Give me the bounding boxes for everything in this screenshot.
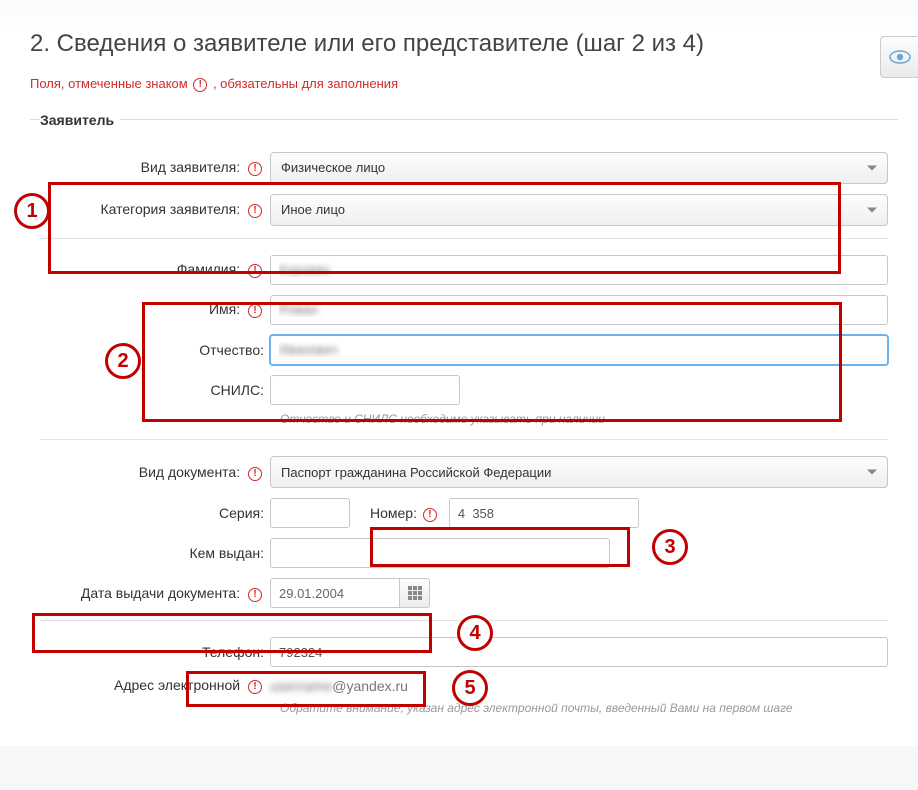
label-applicant-type: Вид заявителя: ! (40, 159, 270, 175)
number-input[interactable] (449, 498, 639, 528)
label-issue-date: Дата выдачи документа: ! (40, 585, 270, 601)
doc-type-value: Паспорт гражданина Российской Федерации (281, 465, 551, 480)
applicant-type-select[interactable]: Физическое лицо (270, 152, 888, 184)
email-hint: Обратите внимание, указан адрес электрон… (280, 700, 888, 717)
series-input[interactable] (270, 498, 350, 528)
label-phone: Телефон: (40, 644, 270, 660)
eye-icon (889, 50, 911, 64)
required-icon: ! (423, 508, 437, 522)
label-series: Серия: (40, 505, 270, 521)
separator (40, 620, 888, 621)
snils-hint: Отчество и СНИЛС необходимо указывать пр… (280, 411, 888, 428)
chevron-down-icon (867, 470, 877, 475)
applicant-type-value: Физическое лицо (281, 160, 385, 175)
label-name: Имя: ! (40, 301, 270, 317)
separator (40, 238, 888, 239)
required-fields-note: Поля, отмеченные знаком ! , обязательны … (30, 76, 898, 92)
doc-type-select[interactable]: Паспорт гражданина Российской Федерации (270, 456, 888, 488)
applicant-category-select[interactable]: Иное лицо (270, 194, 888, 226)
label-email: Адрес электронной ! (40, 677, 270, 693)
required-icon: ! (193, 78, 207, 92)
page-title: 2. Сведения о заявителе или его представ… (30, 30, 898, 58)
required-icon: ! (248, 162, 262, 176)
required-note-pre: Поля, отмеченные знаком (30, 76, 191, 91)
required-icon: ! (248, 467, 262, 481)
required-icon: ! (248, 680, 262, 694)
email-display: username@yandex.ru (270, 678, 408, 694)
label-doc-type: Вид документа: ! (40, 464, 270, 480)
required-icon: ! (248, 588, 262, 602)
label-patronymic: Отчество: (40, 342, 270, 358)
patronymic-input[interactable] (270, 335, 888, 365)
required-icon: ! (248, 264, 262, 278)
required-icon: ! (248, 204, 262, 218)
issued-by-input[interactable] (270, 538, 610, 568)
snils-input[interactable] (270, 375, 460, 405)
calendar-icon (408, 586, 422, 600)
name-input[interactable] (270, 295, 888, 325)
phone-input[interactable] (270, 637, 888, 667)
applicant-category-value: Иное лицо (281, 202, 345, 217)
label-snils: СНИЛС: (40, 382, 270, 398)
surname-input[interactable] (270, 255, 888, 285)
required-icon: ! (248, 304, 262, 318)
calendar-button[interactable] (400, 578, 430, 608)
label-applicant-category: Категория заявителя: ! (40, 201, 270, 217)
visibility-toggle[interactable] (880, 36, 918, 78)
label-issued-by: Кем выдан: (40, 545, 270, 561)
label-number: Номер: ! (370, 505, 439, 521)
issue-date-input[interactable] (270, 578, 400, 608)
required-note-post: , обязательны для заполнения (213, 76, 398, 91)
label-surname: Фамилия: ! (40, 261, 270, 277)
separator (40, 439, 888, 440)
applicant-fieldset: Заявитель Вид заявителя: ! Физическое ли… (30, 112, 898, 737)
chevron-down-icon (867, 207, 877, 212)
chevron-down-icon (867, 165, 877, 170)
fieldset-legend: Заявитель (40, 112, 120, 128)
